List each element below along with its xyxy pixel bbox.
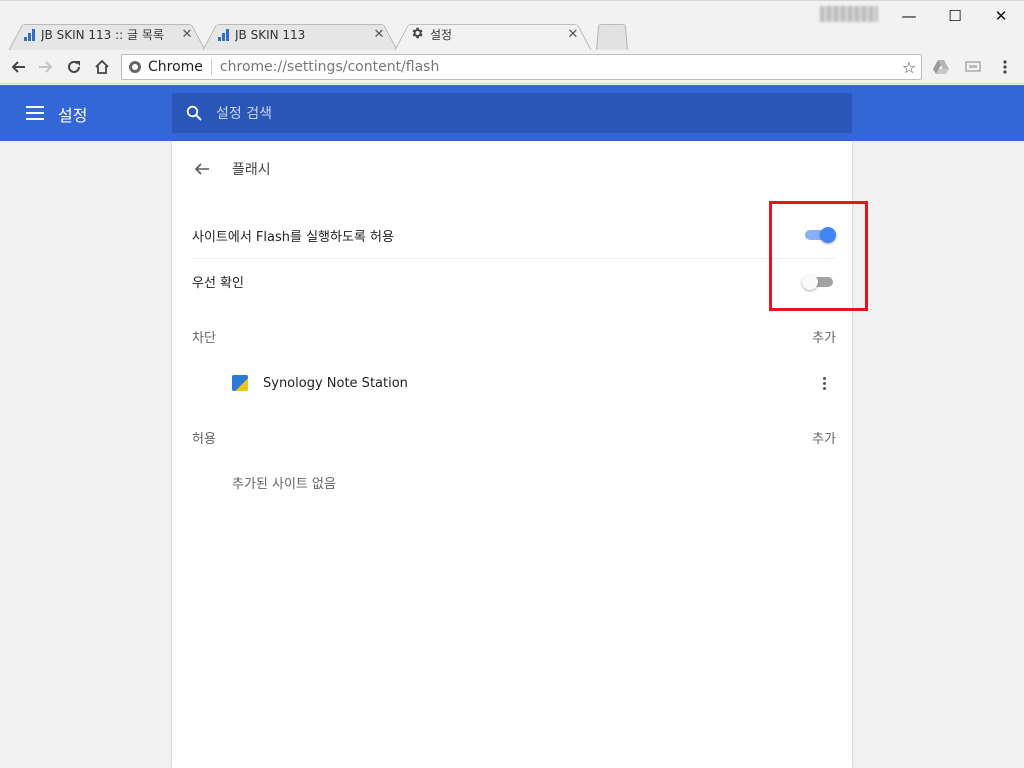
- omnibox-separator: [210, 59, 212, 75]
- bar-chart-favicon-icon: [24, 28, 35, 41]
- bar-chart-favicon-icon: [218, 28, 229, 41]
- blocked-heading: 차단: [192, 330, 216, 346]
- reload-button[interactable]: [62, 55, 86, 79]
- cast-extension-button[interactable]: [961, 55, 985, 79]
- allowed-heading: 허용: [192, 431, 216, 447]
- tab-title: 설정: [430, 28, 453, 42]
- allowed-section-header: 허용 추가: [192, 427, 836, 447]
- browser-titlebar: JB SKIN 113 :: 글 목록 ✕ JB SKIN 113 ✕ 설정 ✕…: [0, 0, 1024, 51]
- menu-button[interactable]: [993, 55, 1017, 79]
- allowed-add-button[interactable]: 추가: [812, 428, 836, 447]
- search-icon: [172, 105, 216, 121]
- allowed-empty-text: 추가된 사이트 없음: [232, 477, 336, 492]
- subpage-header: 플래시: [172, 141, 852, 197]
- tab-close-icon[interactable]: ✕: [372, 27, 386, 42]
- tab-title: JB SKIN 113: [235, 27, 306, 42]
- url-text[interactable]: chrome://settings/content/flash: [220, 59, 897, 75]
- settings-search-input[interactable]: 설정 검색: [172, 93, 852, 133]
- blocked-site-name: Synology Note Station: [263, 375, 408, 391]
- reload-icon: [68, 60, 80, 73]
- arrow-right-icon: [39, 61, 53, 73]
- settings-header: 설정 설정 검색: [0, 85, 1024, 141]
- blocked-add-button[interactable]: 추가: [812, 327, 836, 346]
- tab-close-icon[interactable]: ✕: [180, 27, 194, 42]
- tab-close-icon[interactable]: ✕: [566, 27, 580, 42]
- ask-first-row: 우선 확인: [192, 258, 836, 304]
- home-button[interactable]: [90, 55, 114, 79]
- blocked-site-row: Synology Note Station: [232, 368, 836, 398]
- bookmark-star-icon[interactable]: ☆: [897, 58, 921, 77]
- close-window-button[interactable]: ✕: [978, 1, 1024, 31]
- allow-flash-row: 사이트에서 Flash를 실행하도록 허용: [192, 212, 836, 258]
- back-arrow-icon[interactable]: [192, 159, 212, 179]
- address-bar[interactable]: Chrome chrome://settings/content/flash ☆: [121, 54, 922, 80]
- tab-jb-skin-list[interactable]: JB SKIN 113 :: 글 목록 ✕: [8, 18, 206, 51]
- drive-icon: [933, 60, 949, 74]
- ask-first-label: 우선 확인: [192, 276, 244, 291]
- security-chip[interactable]: Chrome: [148, 59, 203, 75]
- subpage-title: 플래시: [232, 162, 271, 178]
- site-more-actions-icon[interactable]: [812, 371, 836, 395]
- search-placeholder: 설정 검색: [216, 106, 272, 122]
- flash-settings-card: 플래시 사이트에서 Flash를 실행하도록 허용 우선 확인 차단 추가 Sy…: [172, 141, 852, 768]
- note-station-app-icon: [232, 375, 248, 391]
- page-title: 설정: [58, 106, 88, 125]
- annotation-highlight-box: [769, 201, 868, 311]
- minimize-button[interactable]: —: [886, 1, 932, 31]
- home-icon: [95, 59, 109, 74]
- gear-icon: [410, 26, 424, 43]
- tab-settings[interactable]: 설정 ✕: [394, 18, 592, 51]
- more-vert-icon: [1003, 60, 1007, 74]
- forward-button[interactable]: [34, 55, 58, 79]
- chrome-icon: [129, 61, 141, 73]
- back-button[interactable]: [6, 55, 30, 79]
- tab-title: JB SKIN 113 :: 글 목록: [41, 28, 164, 42]
- maximize-button[interactable]: ☐: [932, 1, 978, 31]
- blocked-section-header: 차단 추가: [192, 326, 836, 346]
- browser-toolbar: Chrome chrome://settings/content/flash ☆: [0, 50, 1024, 84]
- hamburger-menu-icon[interactable]: [26, 106, 44, 120]
- new-tab-button[interactable]: [596, 18, 628, 51]
- tab-jb-skin[interactable]: JB SKIN 113 ✕: [202, 18, 398, 51]
- drive-extension-button[interactable]: [929, 55, 953, 79]
- profile-name-blurred[interactable]: [820, 6, 878, 22]
- allow-flash-label: 사이트에서 Flash를 실행하도록 허용: [192, 229, 394, 245]
- cast-icon: [965, 61, 981, 72]
- arrow-left-icon: [11, 61, 25, 73]
